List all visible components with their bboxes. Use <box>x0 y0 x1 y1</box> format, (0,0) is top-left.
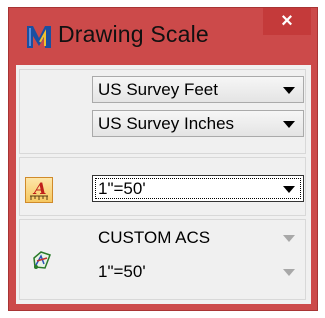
dropdown-arrow-icon <box>283 121 295 128</box>
annotation-scale-icon[interactable]: A <box>25 177 53 203</box>
window-title: Drawing Scale <box>58 21 209 47</box>
sub-units-dropdown[interactable]: US Survey Inches <box>92 110 304 137</box>
annotation-scale-group: A 1"=50' <box>19 157 306 216</box>
acs-name-value: CUSTOM ACS <box>98 228 211 247</box>
acs-scale-value: 1"=50' <box>98 262 146 281</box>
drawing-scale-window: Drawing Scale × US Survey Feet US Survey… <box>8 7 318 311</box>
master-units-dropdown[interactable]: US Survey Feet <box>92 76 304 103</box>
title-bar[interactable]: Drawing Scale × <box>9 8 317 65</box>
acs-name-dropdown[interactable]: CUSTOM ACS <box>92 224 304 251</box>
acs-scale-dropdown[interactable]: 1"=50' <box>92 258 304 285</box>
dialog-client-area: US Survey Feet US Survey Inches A 1"=50'… <box>16 65 311 304</box>
custom-acs-icon <box>31 248 53 272</box>
dropdown-arrow-icon <box>283 186 295 193</box>
annotation-scale-dropdown[interactable]: 1"=50' <box>92 175 304 202</box>
close-button[interactable]: × <box>263 8 311 35</box>
master-units-value: US Survey Feet <box>98 80 218 99</box>
microstation-app-icon <box>26 24 52 50</box>
annotation-scale-value: 1"=50' <box>98 179 146 198</box>
dropdown-arrow-icon <box>283 87 295 94</box>
acs-group: CUSTOM ACS 1"=50' <box>19 219 306 300</box>
dropdown-arrow-icon <box>283 269 295 276</box>
dropdown-arrow-icon <box>283 235 295 242</box>
sub-units-value: US Survey Inches <box>98 114 235 133</box>
units-group: US Survey Feet US Survey Inches <box>19 69 306 154</box>
svg-text:A: A <box>32 179 46 198</box>
